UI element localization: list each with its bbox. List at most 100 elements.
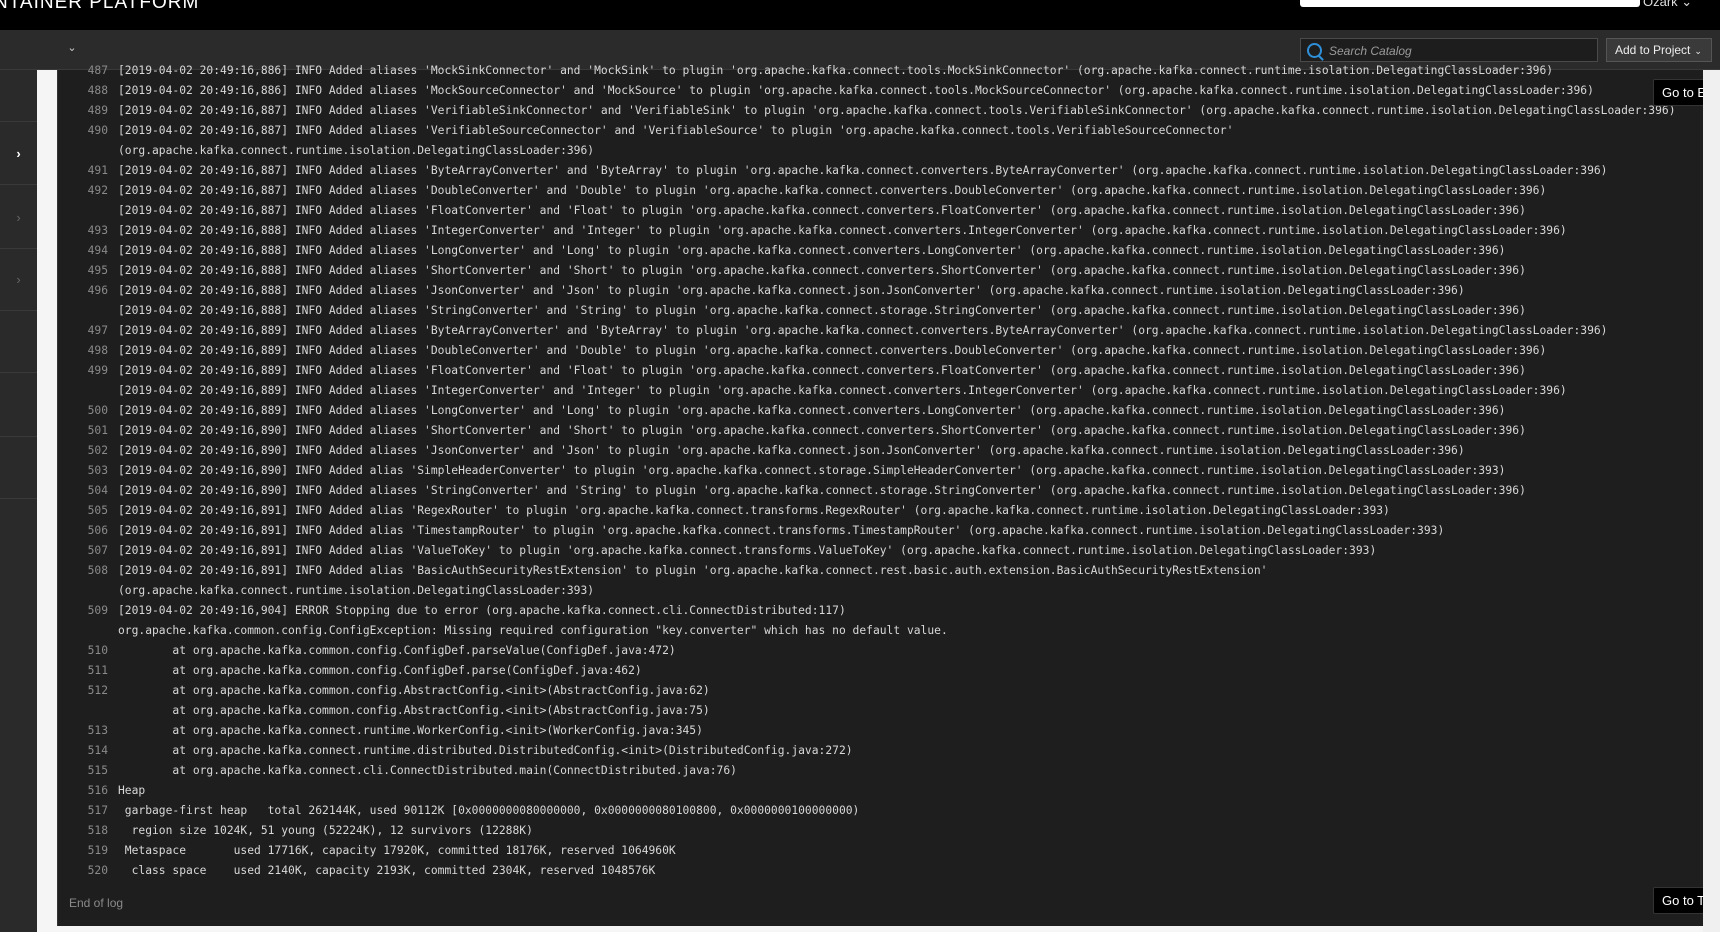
log-line: 495 [2019-04-02 20:49:16,888] INFO Added …: [58, 261, 1704, 281]
line-number: 519: [87, 844, 108, 857]
line-number: 494: [87, 244, 108, 257]
log-line: 514 at org.apache.kafka.connect.runtime.…: [58, 741, 1704, 761]
log-text: [2019-04-02 20:49:16,890] INFO Added ali…: [118, 444, 1465, 457]
log-text: at org.apache.kafka.connect.cli.ConnectD…: [118, 764, 737, 777]
log-line: 500 [2019-04-02 20:49:16,889] INFO Added …: [58, 401, 1704, 421]
log-text: [2019-04-02 20:49:16,887] INFO Added ali…: [118, 204, 1526, 217]
search-icon: [1307, 43, 1322, 58]
log-line: (org.apache.kafka.connect.runtime.isolat…: [58, 581, 1704, 601]
line-number: 515: [87, 764, 108, 777]
log-text: at org.apache.kafka.connect.runtime.Work…: [118, 724, 703, 737]
log-text: [2019-04-02 20:49:16,889] INFO Added ali…: [118, 384, 1567, 397]
nav-item-5[interactable]: [0, 310, 37, 373]
chevron-down-icon[interactable]: ⌄: [64, 40, 80, 56]
left-nav-rail: › › ›: [0, 70, 37, 932]
log-text: [2019-04-02 20:49:16,890] INFO Added ali…: [118, 484, 1526, 497]
log-text: [2019-04-02 20:49:16,887] INFO Added ali…: [118, 124, 1234, 137]
log-text: [2019-04-02 20:49:16,888] INFO Added ali…: [118, 284, 1465, 297]
line-number: 520: [87, 864, 108, 877]
nav-item-3[interactable]: ›: [0, 186, 37, 249]
log-text: Heap: [118, 784, 146, 797]
log-line: 517 garbage-first heap total 262144K, us…: [58, 801, 1704, 821]
search-input[interactable]: [1327, 39, 1591, 63]
log-text: [2019-04-02 20:49:16,891] INFO Added ali…: [118, 504, 1390, 517]
log-line: 510 at org.apache.kafka.common.config.Co…: [58, 641, 1704, 661]
line-number: 516: [87, 784, 108, 797]
log-text: (org.apache.kafka.connect.runtime.isolat…: [118, 144, 595, 157]
log-line: 499 [2019-04-02 20:49:16,889] INFO Added …: [58, 361, 1704, 381]
log-text: [2019-04-02 20:49:16,887] INFO Added ali…: [118, 164, 1608, 177]
log-text: class space used 2140K, capacity 2193K, …: [118, 864, 656, 877]
log-line: 506 [2019-04-02 20:49:16,891] INFO Added …: [58, 521, 1704, 541]
nav-item-2[interactable]: ›: [0, 122, 37, 185]
line-number: 512: [87, 684, 108, 697]
line-number: 501: [87, 424, 108, 437]
log-text: (org.apache.kafka.connect.runtime.isolat…: [118, 584, 595, 597]
nav-item-6[interactable]: [0, 374, 37, 437]
user-menu[interactable]: Ozark ⌄: [1643, 0, 1692, 10]
top-search-box[interactable]: [1300, 0, 1640, 7]
log-line: 488 [2019-04-02 20:49:16,886] INFO Added …: [58, 81, 1704, 101]
line-number: 514: [87, 744, 108, 757]
chevron-right-icon: ›: [16, 146, 21, 161]
line-number: 511: [87, 664, 108, 677]
log-text: [2019-04-02 20:49:16,891] INFO Added ali…: [118, 544, 1377, 557]
line-number: 517: [87, 804, 108, 817]
line-number: 510: [87, 644, 108, 657]
log-text: [2019-04-02 20:49:16,891] INFO Added ali…: [118, 524, 1445, 537]
chevron-right-icon: ›: [16, 210, 21, 225]
chevron-right-icon: ›: [16, 272, 21, 287]
line-number: 507: [87, 544, 108, 557]
log-line: 520 class space used 2140K, capacity 219…: [58, 861, 1704, 881]
log-text: [2019-04-02 20:49:16,890] INFO Added ali…: [118, 424, 1526, 437]
log-text: [2019-04-02 20:49:16,904] ERROR Stopping…: [118, 604, 846, 617]
nav-item-1[interactable]: [0, 70, 37, 122]
log-text: at org.apache.kafka.connect.runtime.dist…: [118, 744, 853, 757]
brand-title[interactable]: NTAINER PLATFORM: [0, 0, 199, 14]
line-number: 489: [87, 104, 108, 117]
line-number: 502: [87, 444, 108, 457]
log-text: org.apache.kafka.common.config.ConfigExc…: [118, 624, 948, 637]
log-line: 492 [2019-04-02 20:49:16,887] INFO Added …: [58, 181, 1704, 201]
line-number: 488: [87, 84, 108, 97]
line-number: 518: [87, 824, 108, 837]
log-text: [2019-04-02 20:49:16,890] INFO Added ali…: [118, 464, 1506, 477]
log-text: [2019-04-02 20:49:16,888] INFO Added ali…: [118, 244, 1506, 257]
log-text: [2019-04-02 20:49:16,889] INFO Added ali…: [118, 364, 1526, 377]
log-text: region size 1024K, 51 young (52224K), 12…: [118, 824, 533, 837]
log-text: [2019-04-02 20:49:16,891] INFO Added ali…: [118, 564, 1268, 577]
line-number: 505: [87, 504, 108, 517]
log-line: [2019-04-02 20:49:16,887] INFO Added ali…: [58, 201, 1704, 221]
catalog-search[interactable]: [1300, 38, 1598, 63]
line-number: 509: [87, 604, 108, 617]
line-number: 496: [87, 284, 108, 297]
line-number: 491: [87, 164, 108, 177]
log-text: at org.apache.kafka.common.config.Config…: [118, 644, 676, 657]
line-number: 508: [87, 564, 108, 577]
top-navbar: NTAINER PLATFORM Ozark ⌄: [0, 0, 1720, 31]
log-line: [2019-04-02 20:49:16,889] INFO Added ali…: [58, 381, 1704, 401]
nav-item-7[interactable]: [0, 436, 37, 499]
log-text: at org.apache.kafka.common.config.Abstra…: [118, 704, 710, 717]
log-line: 494 [2019-04-02 20:49:16,888] INFO Added …: [58, 241, 1704, 261]
log-text: [2019-04-02 20:49:16,888] INFO Added ali…: [118, 304, 1526, 317]
log-line: at org.apache.kafka.common.config.Abstra…: [58, 701, 1704, 721]
nav-item-4[interactable]: ›: [0, 248, 37, 311]
line-number: 503: [87, 464, 108, 477]
log-lines: 487 [2019-04-02 20:49:16,886] INFO Added …: [58, 61, 1704, 881]
log-line: 518 region size 1024K, 51 young (52224K)…: [58, 821, 1704, 841]
log-line: [2019-04-02 20:49:16,888] INFO Added ali…: [58, 301, 1704, 321]
log-line: 501 [2019-04-02 20:49:16,890] INFO Added …: [58, 421, 1704, 441]
log-line: 503 [2019-04-02 20:49:16,890] INFO Added …: [58, 461, 1704, 481]
log-line: 515 at org.apache.kafka.connect.cli.Conn…: [58, 761, 1704, 781]
log-line: 512 at org.apache.kafka.common.config.Ab…: [58, 681, 1704, 701]
log-line: 508 [2019-04-02 20:49:16,891] INFO Added …: [58, 561, 1704, 581]
log-viewer[interactable]: 487 [2019-04-02 20:49:16,886] INFO Added …: [57, 64, 1704, 926]
line-number: 498: [87, 344, 108, 357]
add-to-project-label: Add to Project: [1615, 43, 1691, 57]
chevron-down-icon: ⌄: [1694, 46, 1702, 56]
page-scrollbar[interactable]: [1703, 70, 1720, 932]
log-line: 505 [2019-04-02 20:49:16,891] INFO Added …: [58, 501, 1704, 521]
add-to-project-button[interactable]: Add to Project ⌄: [1606, 38, 1712, 62]
log-text: [2019-04-02 20:49:16,888] INFO Added ali…: [118, 264, 1526, 277]
